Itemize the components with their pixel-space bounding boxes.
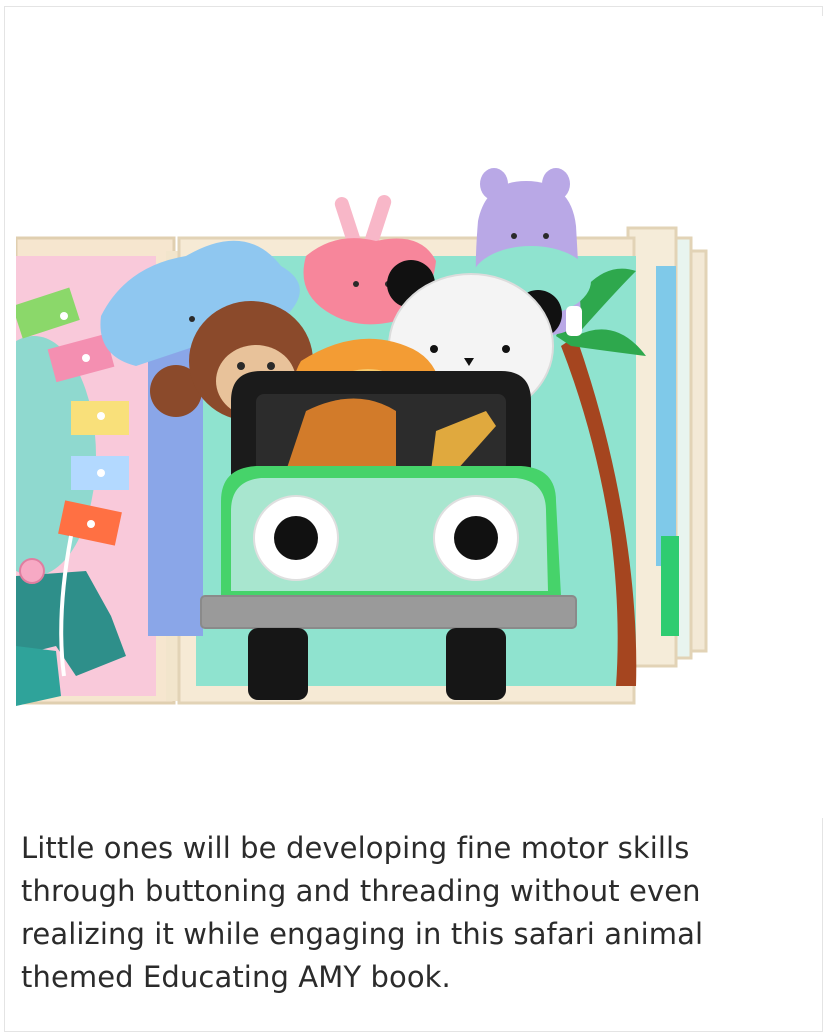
product-description: Little ones will be developing fine moto… [21,831,704,994]
product-photo [16,16,826,818]
